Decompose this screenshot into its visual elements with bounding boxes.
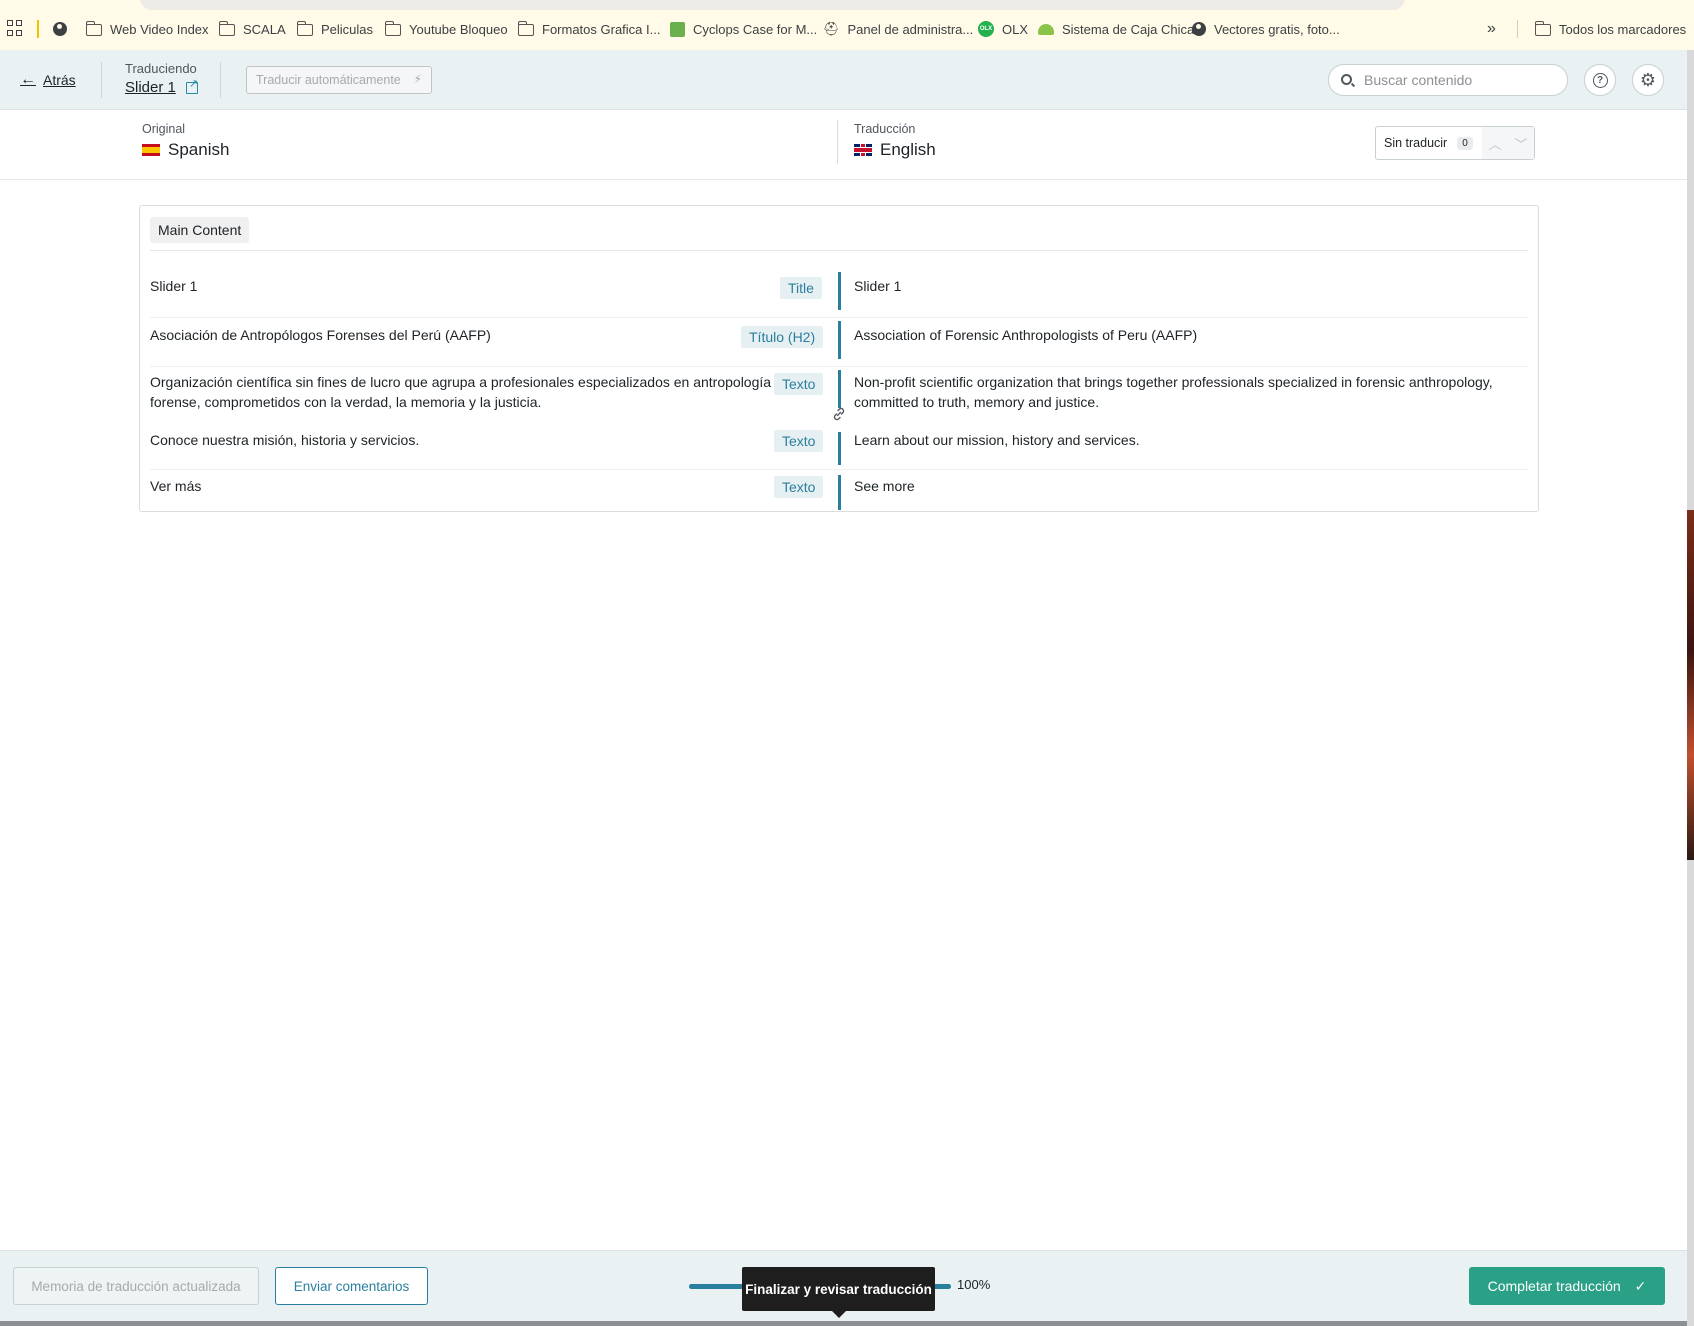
folder-icon xyxy=(517,21,534,36)
link-icon[interactable] xyxy=(831,406,847,422)
translation-row: Slider 1 Title Slider 1 xyxy=(140,270,1540,312)
bookmark-vectores-gratis[interactable]: Vectores gratis, foto... xyxy=(1192,18,1340,40)
source-text: Slider 1 xyxy=(150,278,198,294)
folder-icon xyxy=(218,21,235,36)
background-edge xyxy=(1687,510,1694,860)
source-text: Organización científica sin fines de luc… xyxy=(150,374,772,410)
progress-percent: 100% xyxy=(957,1277,991,1292)
target-text[interactable]: Learn about our mission, history and ser… xyxy=(854,430,1524,450)
arrow-left-icon: ← xyxy=(20,71,36,88)
divider xyxy=(220,62,221,98)
bookmark-youtube-bloqueo[interactable]: Youtube Bloqueo xyxy=(384,18,508,40)
translation-memory-button[interactable]: Memoria de traducción actualizada xyxy=(13,1267,259,1305)
all-bookmarks[interactable]: Todos los marcadores xyxy=(1534,18,1686,40)
target-text[interactable]: Non-profit scientific organization that … xyxy=(854,372,1524,412)
folder-icon xyxy=(1534,21,1551,36)
column-divider xyxy=(838,272,841,310)
bookmark-sistema-caja-chica[interactable]: Sistema de Caja Chica xyxy=(1038,18,1194,40)
bookmark-web-video-index[interactable]: Web Video Index xyxy=(85,18,209,40)
back-link[interactable]: ← Atrás xyxy=(20,71,76,89)
translating-label: Traduciendo xyxy=(125,61,197,76)
translation-label: Traducción xyxy=(854,122,916,136)
source-text: Conoce nuestra misión, historia y servic… xyxy=(150,432,420,448)
folder-icon xyxy=(85,21,102,36)
field-type-badge: Texto xyxy=(774,476,824,498)
chevron-up-icon[interactable]: ︿ xyxy=(1482,127,1508,159)
globe-icon[interactable] xyxy=(53,18,67,40)
search-icon xyxy=(1341,74,1352,85)
chevron-down-icon[interactable]: ﹀ xyxy=(1508,127,1534,159)
bookmark-peliculas[interactable]: Peliculas xyxy=(296,18,373,40)
target-text[interactable]: See more xyxy=(854,476,1524,496)
bookmarks-bar: Web Video Index SCALA Peliculas Youtube … xyxy=(0,0,1694,50)
column-divider xyxy=(838,370,841,408)
divider xyxy=(150,366,1528,367)
olx-icon: OLX xyxy=(978,21,994,37)
bookmark-panel-administracion[interactable]: ⛑ Panel de administra... xyxy=(823,18,973,40)
original-language: Spanish xyxy=(142,140,229,160)
external-link-icon[interactable] xyxy=(185,77,198,94)
source-text: Asociación de Antropólogos Forenses del … xyxy=(150,327,491,343)
auto-translate-button[interactable]: Traducir automáticamente ⚡ xyxy=(246,66,432,94)
check-icon: ✓ xyxy=(1634,1277,1647,1294)
source-text: Ver más xyxy=(150,478,202,494)
column-divider xyxy=(838,321,841,359)
folder-icon xyxy=(296,21,313,36)
translation-row: Asociación de Antropólogos Forenses del … xyxy=(140,319,1540,361)
bookmark-olx[interactable]: OLX OLX xyxy=(978,18,1028,40)
editor-footer: Memoria de traducción actualizada Enviar… xyxy=(0,1250,1687,1321)
globe-icon xyxy=(1192,22,1206,36)
translation-row: Ver más Texto See more xyxy=(140,470,1540,512)
settings-button[interactable]: ⚙ xyxy=(1632,64,1664,96)
green-square-icon xyxy=(670,21,685,37)
apps-icon[interactable] xyxy=(7,20,23,36)
column-divider xyxy=(838,432,841,465)
column-divider xyxy=(838,475,841,510)
divider xyxy=(837,120,838,164)
original-label: Original xyxy=(142,122,186,136)
send-feedback-button[interactable]: Enviar comentarios xyxy=(275,1267,428,1305)
divider xyxy=(150,317,1528,318)
untranslated-filter[interactable]: Sin traducir 0 ︿ ﹀ xyxy=(1375,126,1535,160)
lightning-icon: ⚡ xyxy=(413,72,422,86)
help-icon: ? xyxy=(1592,72,1608,88)
translation-language: English xyxy=(854,140,936,160)
divider xyxy=(1517,20,1518,38)
field-type-badge: Title xyxy=(780,277,822,299)
search-input[interactable]: Buscar contenido xyxy=(1328,64,1568,96)
translating-title-link[interactable]: Slider 1 xyxy=(125,77,198,97)
bookmark-formatos-grafica[interactable]: Formatos Grafica I... xyxy=(517,18,660,40)
language-bar: Original Spanish Traducción English Sin … xyxy=(0,111,1687,180)
editor-header: ← Atrás Traduciendo Slider 1 Traducir au… xyxy=(0,50,1687,110)
gear-icon: ⚙ xyxy=(1639,69,1657,90)
translation-row: Conoce nuestra misión, historia y servic… xyxy=(140,425,1540,467)
field-type-badge: Texto xyxy=(774,430,824,452)
tooltip: Finalizar y revisar traducción xyxy=(742,1267,935,1318)
complete-translation-button[interactable]: Completar traducción ✓ xyxy=(1469,1267,1665,1305)
bookmark-cyclops-case[interactable]: Cyclops Case for M... xyxy=(670,18,817,40)
bookmark-scala[interactable]: SCALA xyxy=(218,18,286,40)
folder-icon xyxy=(384,21,401,36)
section-title: Main Content xyxy=(150,217,250,243)
field-type-badge: Título (H2) xyxy=(741,326,824,348)
bot-icon: ⛑ xyxy=(823,21,840,36)
field-type-badge: Texto xyxy=(774,373,824,395)
target-text[interactable]: Slider 1 xyxy=(854,276,1524,296)
main-content-section: Main Content Slider 1 Title Slider 1 Aso… xyxy=(139,205,1539,512)
window-edge xyxy=(0,1321,1687,1326)
divider xyxy=(150,250,1528,251)
target-text[interactable]: Association of Forensic Anthropologists … xyxy=(854,325,1524,345)
uk-flag-icon xyxy=(854,144,872,156)
bookmarks-overflow-button[interactable]: » xyxy=(1487,18,1496,40)
divider xyxy=(101,62,102,98)
help-button[interactable]: ? xyxy=(1584,64,1616,96)
untranslated-count: 0 xyxy=(1457,136,1473,150)
leaf-icon xyxy=(1038,23,1054,35)
spain-flag-icon xyxy=(142,144,160,156)
divider xyxy=(37,20,39,38)
address-bar[interactable] xyxy=(140,0,1405,10)
